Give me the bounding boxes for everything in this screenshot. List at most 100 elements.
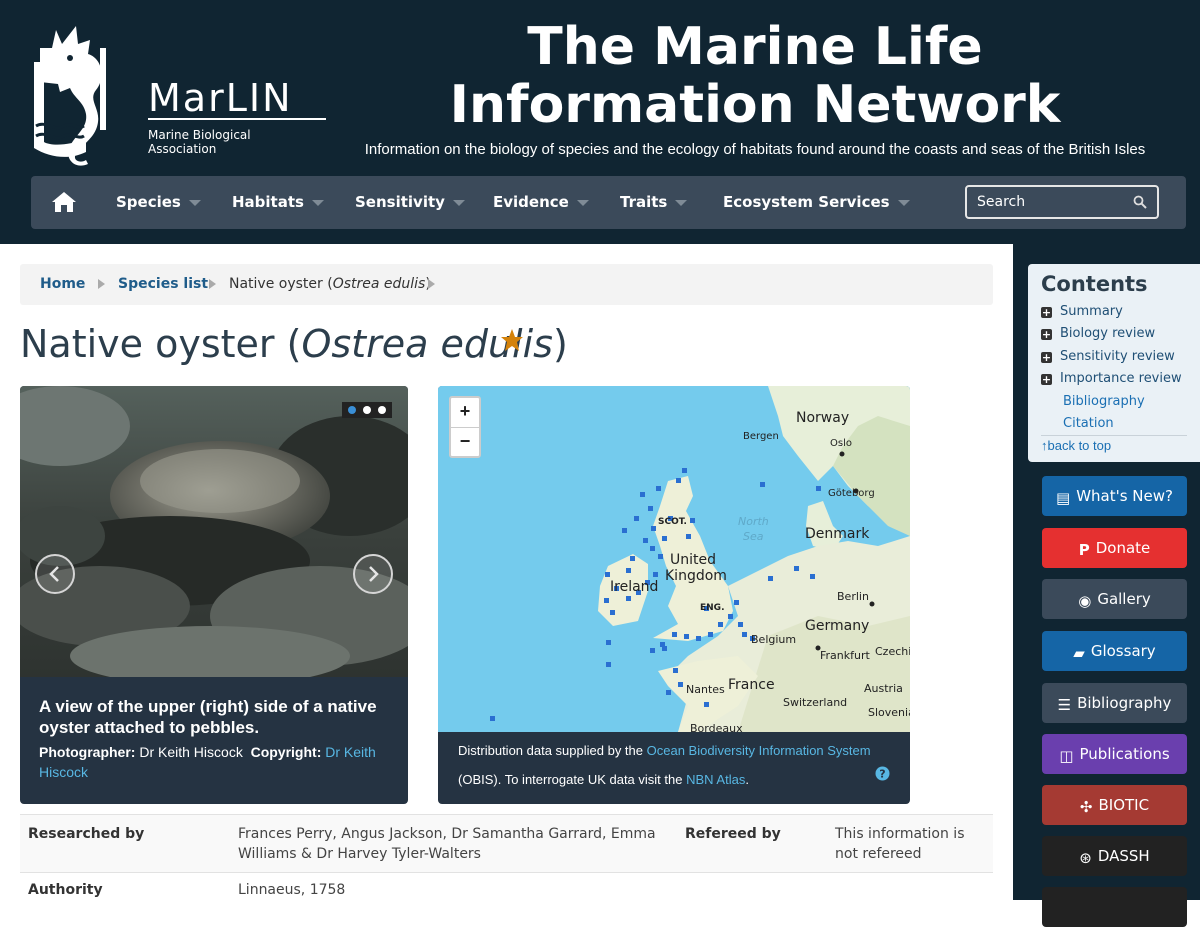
breadcrumb-current: Native oyster (Ostrea edulis) <box>229 276 431 292</box>
breadcrumb-species-list[interactable]: Species list <box>118 264 208 305</box>
breadcrumb: Home Species list Native oyster (Ostrea … <box>20 264 993 305</box>
zoom-out-button[interactable]: − <box>451 427 479 456</box>
map-label-berlin: Berlin <box>837 590 869 603</box>
chevron-right-icon <box>209 279 216 289</box>
nav-sensitivity[interactable]: Sensitivity <box>355 176 465 229</box>
carousel-dot[interactable] <box>378 406 386 414</box>
donate-button[interactable]: P Donate <box>1042 528 1187 568</box>
back-to-top-link[interactable]: ↑back to top <box>1041 438 1111 453</box>
photo-caption: A view of the upper (right) side of a na… <box>39 697 377 737</box>
logo-text: MarLIN <box>148 76 293 120</box>
authority-value: Linnaeus, 1758 <box>238 882 346 898</box>
chevron-left-icon <box>49 566 59 582</box>
gallery-button[interactable]: ◉ Gallery <box>1042 579 1187 619</box>
contents-title: Contents <box>1041 272 1148 296</box>
contents-link-bibliography[interactable]: Bibliography <box>1063 394 1145 409</box>
metadata-row: Authority Linnaeus, 1758 <box>20 872 993 912</box>
nav-evidence[interactable]: Evidence <box>493 176 589 229</box>
refereed-by-label: Refereed by <box>685 826 781 842</box>
main-nav: Species Habitats Sensitivity Evidence Tr… <box>31 176 1186 229</box>
biotic-button[interactable]: ✣ BIOTIC <box>1042 785 1187 825</box>
photo-carousel: A view of the upper (right) side of a na… <box>20 386 408 804</box>
contents-item-biology[interactable]: + Biology review <box>1041 326 1155 341</box>
dassh-icon: ⊛ <box>1079 849 1092 867</box>
home-icon[interactable] <box>51 190 77 214</box>
divider <box>1041 435 1187 436</box>
chevron-down-icon <box>576 199 589 206</box>
chevron-right-icon <box>428 279 435 289</box>
contents-item-sensitivity[interactable]: + Sensitivity review <box>1041 349 1175 364</box>
site-header: MarLIN Marine Biological Association The… <box>0 0 1200 244</box>
glossary-button[interactable]: ▰ Glossary <box>1042 631 1187 671</box>
map-label-oslo: Oslo <box>830 438 852 449</box>
chevron-right-icon <box>98 279 105 289</box>
metadata-row: Researched by Frances Perry, Angus Jacks… <box>20 814 993 872</box>
map-attribution: Distribution data supplied by the Ocean … <box>458 743 871 787</box>
map-label-norway: Norway <box>796 410 849 426</box>
publications-button[interactable]: ◫ Publications <box>1042 734 1187 774</box>
map-label-bordeaux: Bordeaux <box>690 722 743 732</box>
seahorse-icon <box>34 26 106 166</box>
marlin-logo[interactable]: MarLIN Marine Biological Association <box>30 18 326 168</box>
nav-habitats[interactable]: Habitats <box>232 176 324 229</box>
logo-subtitle: Marine Biological Association <box>148 128 251 156</box>
site-tagline: Information on the biology of species an… <box>364 141 1146 158</box>
map-label-switzerland: Switzerland <box>783 696 847 709</box>
map-label-france: France <box>728 677 775 693</box>
contents-panel: Contents + Summary + Biology review + Sensi… <box>1028 264 1200 462</box>
map-label-denmark: Denmark <box>805 526 870 542</box>
bibliography-button[interactable]: ☰ Bibliography <box>1042 683 1187 723</box>
map-label-nantes: Nantes <box>686 683 725 696</box>
plus-icon: + <box>1041 373 1052 386</box>
chevron-down-icon <box>675 199 688 206</box>
search-box <box>965 185 1159 219</box>
plus-icon: + <box>1041 351 1052 364</box>
map-label-frankfurt: Frankfurt <box>820 649 870 662</box>
carousel-prev-button[interactable] <box>35 554 75 594</box>
breadcrumb-home[interactable]: Home <box>40 264 85 305</box>
map-label-germany: Germany <box>805 618 869 634</box>
page-title: Native oyster (Ostrea edulis) <box>20 322 568 366</box>
star-icon[interactable] <box>500 328 524 352</box>
map-label-czechia: Czechia <box>875 645 910 658</box>
map-label-belgium: Belgium <box>751 633 796 646</box>
chevron-right-icon <box>369 566 379 582</box>
map-label-ireland: Ireland <box>610 579 658 595</box>
paypal-icon: P <box>1078 541 1090 559</box>
distribution-map[interactable]: Norway Bergen Oslo Göteborg North Sea De… <box>438 386 910 732</box>
map-label-goteborg: Göteborg <box>828 488 875 499</box>
chevron-down-icon <box>452 199 465 206</box>
authority-label: Authority <box>28 882 103 898</box>
refereed-by-value: This information is not refereed <box>835 826 965 862</box>
obis-link[interactable]: Ocean Biodiversity Information System <box>647 743 871 758</box>
camera-icon: ◉ <box>1078 592 1092 610</box>
more-button[interactable] <box>1042 887 1187 927</box>
nav-traits[interactable]: Traits <box>620 176 688 229</box>
carousel-next-button[interactable] <box>353 554 393 594</box>
plus-icon: + <box>1041 328 1052 341</box>
species-photo[interactable] <box>20 386 408 677</box>
carousel-dot[interactable] <box>363 406 371 414</box>
newspaper-icon: ▤ <box>1056 489 1071 507</box>
chevron-down-icon <box>897 199 910 206</box>
zoom-in-button[interactable]: + <box>451 398 479 427</box>
contents-item-importance[interactable]: + Importance review <box>1041 371 1182 386</box>
search-icon[interactable] <box>1133 195 1147 209</box>
whats-new-button[interactable]: ▤ What's New? <box>1042 476 1187 516</box>
contents-link-citation[interactable]: Citation <box>1063 416 1114 431</box>
chevron-down-icon <box>188 199 201 206</box>
carousel-dot[interactable] <box>348 406 356 414</box>
plus-icon: + <box>1041 306 1052 319</box>
researched-by-label: Researched by <box>28 826 145 842</box>
map-label-north-sea-2: Sea <box>743 530 764 543</box>
search-input[interactable] <box>975 191 1125 213</box>
dassh-button[interactable]: ⊛ DASSH <box>1042 836 1187 876</box>
help-icon[interactable]: ? <box>875 766 890 781</box>
contents-item-summary[interactable]: + Summary <box>1041 304 1123 319</box>
nav-species[interactable]: Species <box>116 176 201 229</box>
nav-ecosystem-services[interactable]: Ecosystem Services <box>723 176 910 229</box>
carousel-indicators <box>342 402 392 418</box>
nbn-atlas-link[interactable]: NBN Atlas <box>686 772 745 787</box>
map-label-austria: Austria <box>864 682 903 695</box>
chevron-down-icon <box>311 199 324 206</box>
